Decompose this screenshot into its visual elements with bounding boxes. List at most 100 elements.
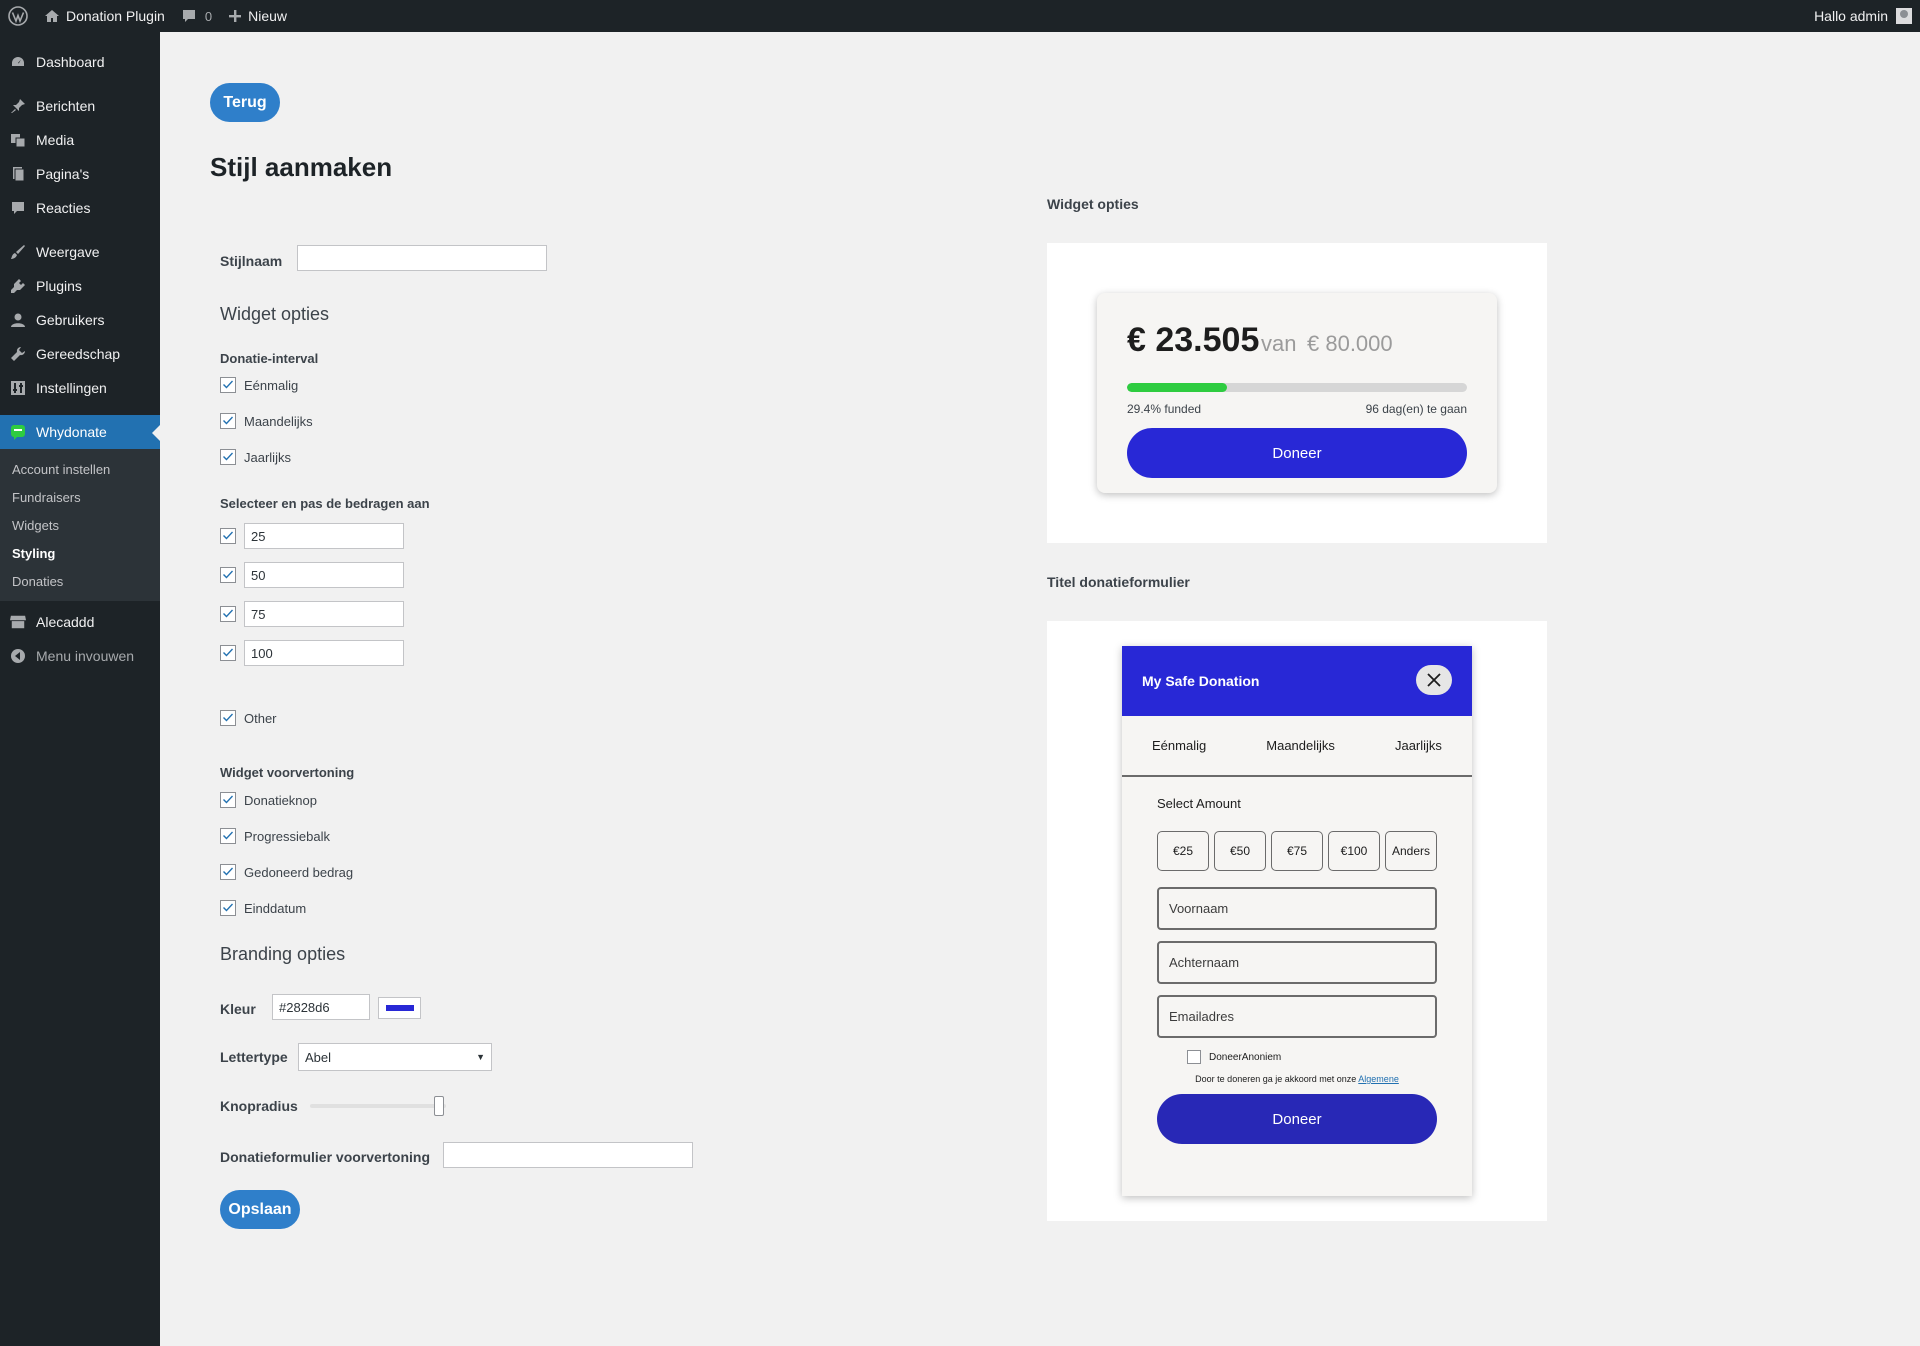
font-label: Lettertype: [220, 1049, 288, 1065]
terms-link[interactable]: Algemene: [1358, 1074, 1399, 1084]
greeting: Hallo admin: [1814, 8, 1888, 24]
submenu-widgets[interactable]: Widgets: [0, 511, 160, 539]
tab-jaarlijks[interactable]: Jaarlijks: [1395, 738, 1442, 753]
checkmark-icon: [223, 903, 233, 912]
amount-option-75[interactable]: €75: [1271, 831, 1323, 871]
close-button[interactable]: [1416, 665, 1452, 695]
checkbox[interactable]: [220, 864, 236, 880]
form-donate-button[interactable]: Doneer: [1157, 1094, 1437, 1144]
amount-option-100[interactable]: €100: [1328, 831, 1380, 871]
checkbox[interactable]: [220, 710, 236, 726]
new-content-link[interactable]: Nieuw: [220, 0, 295, 32]
checkbox[interactable]: [220, 900, 236, 916]
sidebar-item-label: Weergave: [36, 244, 100, 260]
font-select[interactable]: Abel ▼: [298, 1043, 492, 1071]
back-button[interactable]: Terug: [210, 83, 280, 122]
checkmark-icon: [223, 570, 233, 579]
checkbox[interactable]: [220, 449, 236, 465]
comments-link[interactable]: 0: [173, 0, 220, 32]
brush-icon: [10, 244, 26, 260]
checkbox[interactable]: [220, 528, 236, 544]
sidebar-item-reacties[interactable]: Reacties: [0, 191, 160, 225]
amount-option-anders[interactable]: Anders: [1385, 831, 1437, 871]
interval-option-jaarlijks[interactable]: Jaarlijks: [220, 449, 291, 465]
checkbox-label: Gedoneerd bedrag: [244, 864, 354, 880]
sidebar-item-berichten[interactable]: Berichten: [0, 89, 160, 123]
submenu-donaties[interactable]: Donaties: [0, 567, 160, 595]
sidebar-item-instellingen[interactable]: Instellingen: [0, 371, 160, 405]
amount-input[interactable]: [244, 601, 404, 627]
tab-maandelijks[interactable]: Maandelijks: [1266, 738, 1335, 753]
van-label: van: [1261, 331, 1297, 356]
amount-option-50[interactable]: €50: [1214, 831, 1266, 871]
anonymous-checkbox[interactable]: [1187, 1050, 1201, 1064]
save-button[interactable]: Opslaan: [220, 1190, 300, 1229]
checkbox-label: Other: [244, 710, 277, 726]
amounts-label: Selecteer en pas de bedragen aan: [220, 496, 430, 511]
first-name-field[interactable]: Voornaam: [1157, 887, 1437, 930]
sidebar-item-gebruikers[interactable]: Gebruikers: [0, 303, 160, 337]
amount-option-25[interactable]: €25: [1157, 831, 1209, 871]
checkbox-label: Einddatum: [244, 900, 307, 916]
amount-input[interactable]: [244, 523, 404, 549]
checkmark-icon: [223, 452, 233, 461]
color-hex-input[interactable]: [272, 994, 370, 1020]
sidebar-item-plugins[interactable]: Plugins: [0, 269, 160, 303]
amount-input[interactable]: [244, 562, 404, 588]
interval-option-maandelijks[interactable]: Maandelijks: [220, 413, 313, 429]
checkmark-icon: [223, 867, 233, 876]
collapse-menu-button[interactable]: Menu invouwen: [0, 639, 160, 673]
checkbox[interactable]: [220, 792, 236, 808]
submenu-styling[interactable]: Styling: [0, 539, 160, 567]
checkbox[interactable]: [220, 377, 236, 393]
home-icon: [44, 8, 60, 24]
last-name-field[interactable]: Achternaam: [1157, 941, 1437, 984]
preview-option-einddatum[interactable]: Einddatum: [220, 900, 306, 916]
interval-option-eenmalig[interactable]: Eénmalig: [220, 377, 298, 393]
widget-donate-button[interactable]: Doneer: [1127, 428, 1467, 478]
preview-option-donatieknop[interactable]: Donatieknop: [220, 792, 317, 808]
donation-form-card: My Safe Donation Eénmalig Maandelijks Ja…: [1122, 646, 1472, 1196]
close-icon: [1427, 673, 1441, 687]
checkmark-icon: [223, 609, 233, 618]
checkbox[interactable]: [220, 567, 236, 583]
sidebar-item-paginas[interactable]: Pagina's: [0, 157, 160, 191]
preview-option-gedoneerd-bedrag[interactable]: Gedoneerd bedrag: [220, 864, 353, 880]
checkbox[interactable]: [220, 645, 236, 661]
submenu-account-instellen[interactable]: Account instellen: [0, 455, 160, 483]
checkbox[interactable]: [220, 606, 236, 622]
pin-icon: [10, 98, 26, 114]
amount-other-option[interactable]: Other: [220, 710, 277, 726]
sidebar-item-whydonate[interactable]: Whydonate: [0, 415, 160, 449]
sidebar-item-label: Plugins: [36, 278, 82, 294]
tab-eenmalig[interactable]: Eénmalig: [1152, 738, 1206, 753]
style-name-input[interactable]: [297, 245, 547, 271]
submenu-fundraisers[interactable]: Fundraisers: [0, 483, 160, 511]
site-name-link[interactable]: Donation Plugin: [36, 0, 173, 32]
account-menu[interactable]: Hallo admin: [1806, 0, 1920, 32]
sidebar-item-gereedschap[interactable]: Gereedschap: [0, 337, 160, 371]
checkmark-icon: [223, 416, 233, 425]
sidebar-item-alecaddd[interactable]: Alecaddd: [0, 605, 160, 639]
sidebar-item-weergave[interactable]: Weergave: [0, 235, 160, 269]
dashboard-icon: [10, 54, 26, 70]
dropdown-arrow-icon: ▼: [476, 1052, 485, 1062]
checkbox[interactable]: [220, 828, 236, 844]
checkbox[interactable]: [220, 413, 236, 429]
radius-slider-track[interactable]: [310, 1104, 446, 1108]
wordpress-logo-icon[interactable]: [0, 0, 36, 32]
days-left-text: 96 dag(en) te gaan: [1365, 402, 1467, 416]
color-swatch: [385, 1005, 414, 1011]
radius-slider-thumb[interactable]: [434, 1096, 445, 1116]
sidebar-item-media[interactable]: Media: [0, 123, 160, 157]
progress-fill: [1127, 383, 1227, 392]
amount-row: [220, 523, 404, 549]
sidebar-item-label: Gebruikers: [36, 312, 105, 328]
amount-input[interactable]: [244, 640, 404, 666]
color-swatch-button[interactable]: [378, 997, 421, 1019]
anonymous-option[interactable]: DoneerAnoniem: [1187, 1050, 1281, 1064]
email-field[interactable]: Emailadres: [1157, 995, 1437, 1038]
preview-option-progressiebalk[interactable]: Progressiebalk: [220, 828, 330, 844]
sidebar-item-dashboard[interactable]: Dashboard: [0, 45, 160, 79]
form-preview-input[interactable]: [443, 1142, 693, 1168]
